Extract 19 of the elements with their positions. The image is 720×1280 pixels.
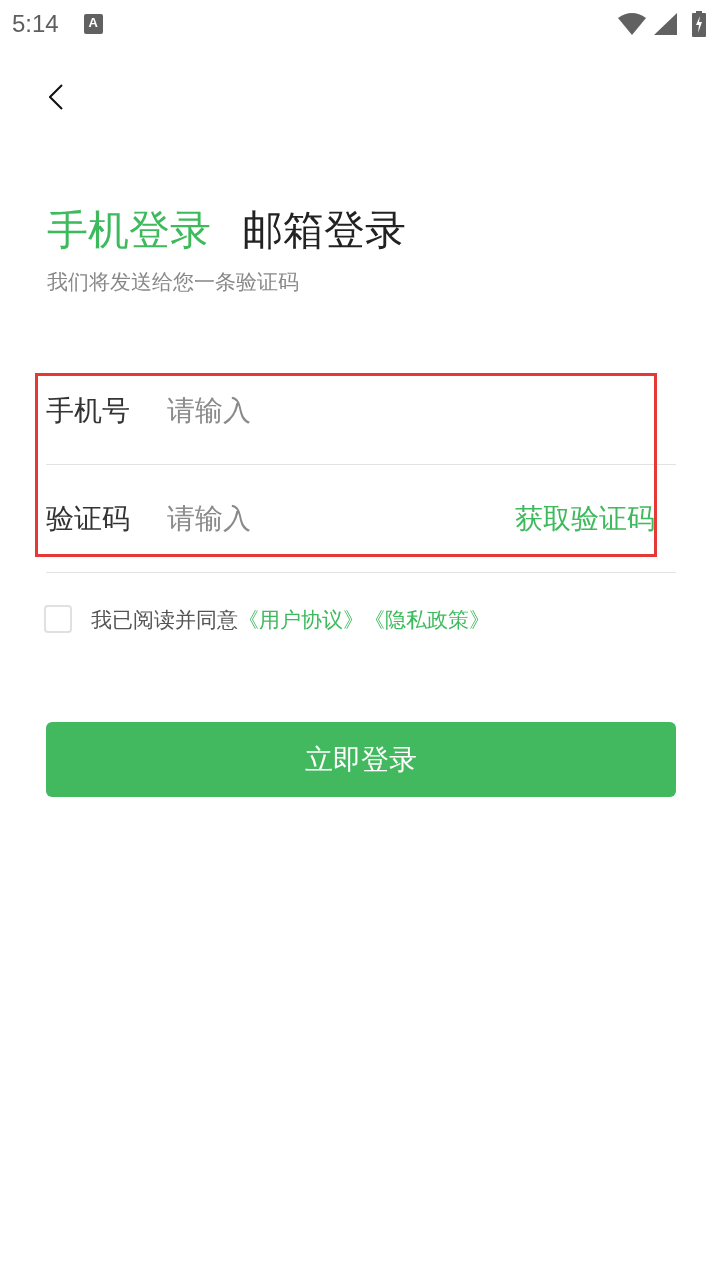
agreement-text: 我已阅读并同意《用户协议》《隐私政策》 — [91, 608, 490, 630]
input-field[interactable]: 请输入 — [167, 380, 676, 441]
field-label: 验证码 — [46, 501, 131, 536]
back-chevron-icon — [49, 84, 63, 110]
login-tab[interactable]: 邮箱登录 — [242, 210, 406, 251]
status-time: 5:14 — [12, 12, 59, 36]
signal-icon — [654, 13, 677, 35]
notification-icon: A — [83, 14, 103, 34]
login-tab[interactable]: 手机登录 — [47, 210, 211, 251]
agreement-checkbox[interactable] — [44, 605, 72, 633]
login-button[interactable]: 立即登录 — [46, 722, 676, 797]
get-code-button[interactable]: 获取验证码 — [515, 497, 655, 540]
input-field[interactable]: 请输入 — [167, 488, 515, 549]
subtitle: 我们将发送给您一条验证码 — [47, 271, 300, 292]
user-agreement-link[interactable]: 《用户协议》 — [238, 607, 364, 631]
wifi-icon — [618, 13, 646, 35]
privacy-policy-link[interactable]: 《隐私政策》 — [364, 607, 490, 631]
battery-charging-icon — [692, 11, 706, 37]
field-label: 手机号 — [46, 393, 131, 428]
